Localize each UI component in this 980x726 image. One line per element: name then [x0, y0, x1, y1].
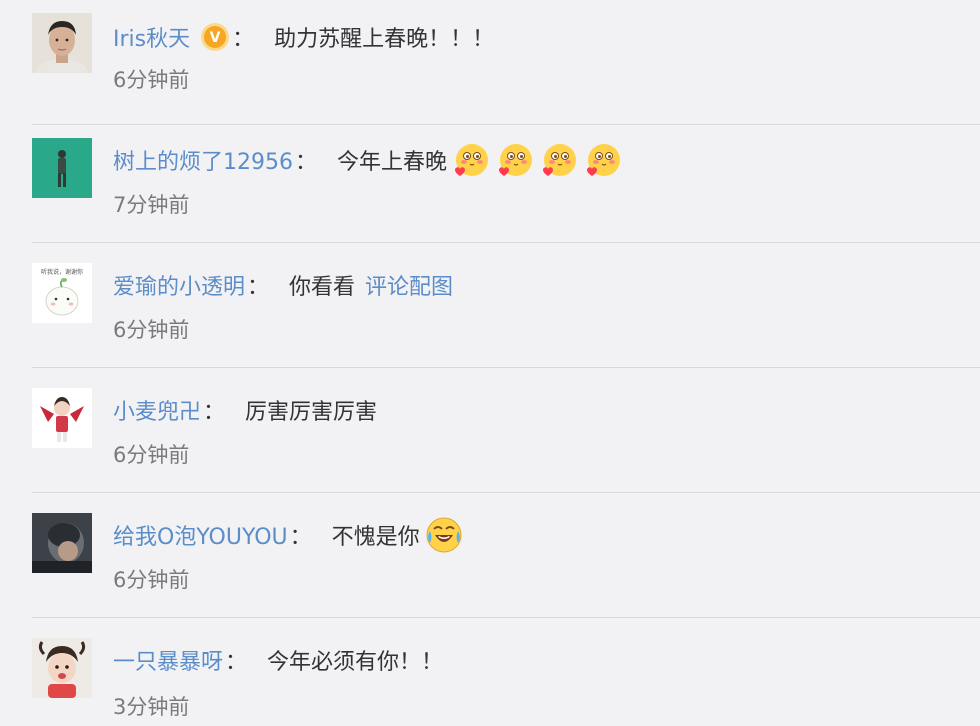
colon: ： [232, 27, 255, 52]
comment-item: 给我O泡YOUYOU ： 不愧是你 6分钟前 [0, 493, 980, 618]
comment-item: Iris秋天 V ： 助力苏醒上春晚！！！ 6分钟前 [0, 0, 980, 125]
comment-text: 不愧是你 [331, 525, 420, 550]
badge-letter: V [210, 30, 221, 46]
comment-text: 你看看 [289, 275, 356, 300]
laugh-cry-emoji [424, 515, 464, 555]
colon: ： [247, 275, 270, 300]
comment-line: 给我O泡YOUYOU ： 不愧是你 [113, 515, 464, 555]
username-link[interactable]: 爱瑜的小透明 [113, 269, 245, 301]
avatar[interactable] [32, 13, 92, 73]
heart-blush-emoji [451, 140, 491, 180]
avatar[interactable] [32, 138, 92, 198]
avatar[interactable] [32, 513, 92, 573]
avatar[interactable]: 听我说，谢谢你 [32, 263, 92, 323]
username-link[interactable]: 树上的烦了12956 [113, 144, 293, 176]
colon: ： [295, 150, 318, 175]
timestamp: 6分钟前 [113, 318, 190, 342]
comment-line: 树上的烦了12956 ： 今年上春晚 [113, 140, 623, 180]
comment-text: 今年必须有你！！ [267, 650, 444, 675]
heart-blush-emoji [583, 140, 623, 180]
v-verified-icon: V [200, 22, 230, 52]
timestamp: 7分钟前 [113, 193, 190, 217]
avatar[interactable] [32, 388, 92, 448]
username-link[interactable]: 小麦兜卍 [113, 394, 201, 426]
heart-blush-emoji [495, 140, 535, 180]
comment-line: 爱瑜的小透明 ： 你看看 评论配图 [113, 265, 453, 305]
username-link[interactable]: 一只暴暴呀 [113, 644, 223, 676]
avatar-caption: 听我说，谢谢你 [41, 268, 83, 276]
comment-text: 今年上春晚 [337, 150, 448, 175]
colon: ： [225, 650, 248, 675]
comment-line: 小麦兜卍 ： 厉害厉害厉害 [113, 390, 377, 430]
comment-text: 厉害厉害厉害 [245, 400, 378, 425]
timestamp: 3分钟前 [113, 695, 190, 719]
username-link[interactable]: 给我O泡YOUYOU [113, 519, 288, 551]
comment-item: 听我说，谢谢你 爱瑜的小透明 ： 你看看 评论配图 6分钟前 [0, 243, 980, 368]
comment-item: 树上的烦了12956 ： 今年上春晚 7分钟前 [0, 118, 980, 243]
comment-image-link[interactable]: 评论配图 [365, 269, 453, 301]
comment-item: 小麦兜卍 ： 厉害厉害厉害 6分钟前 [0, 368, 980, 493]
timestamp: 6分钟前 [113, 68, 190, 92]
timestamp: 6分钟前 [113, 568, 190, 592]
comment-line: 一只暴暴呀 ： 今年必须有你！！ [113, 640, 443, 680]
comment-line: Iris秋天 V ： 助力苏醒上春晚！！！ [113, 17, 494, 57]
colon: ： [289, 525, 312, 550]
avatar[interactable] [32, 638, 92, 698]
comment-feed: Iris秋天 V ： 助力苏醒上春晚！！！ 6分钟前 树上的烦了12956 ： … [0, 0, 980, 726]
username-link[interactable]: Iris秋天 [113, 21, 190, 53]
comment-text: 助力苏醒上春晚！！！ [274, 27, 495, 52]
colon: ： [203, 400, 226, 425]
timestamp: 6分钟前 [113, 443, 190, 467]
comment-item: 一只暴暴呀 ： 今年必须有你！！ 3分钟前 [0, 618, 980, 726]
heart-blush-emoji [539, 140, 579, 180]
